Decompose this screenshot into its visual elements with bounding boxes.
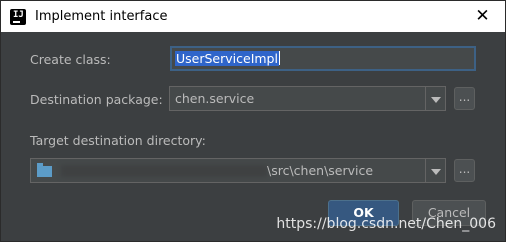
- target-directory-combo[interactable]: \src\chen\service: [30, 158, 446, 183]
- intellij-icon-bar: [13, 21, 20, 23]
- destination-package-label: Destination package:: [30, 92, 163, 107]
- text-caret: [278, 51, 280, 65]
- title-bar: IJ Implement interface ✕: [1, 1, 505, 32]
- intellij-icon-glyph: IJ: [13, 10, 24, 20]
- dialog-title: Implement interface: [35, 9, 168, 24]
- redacted-path: [61, 165, 267, 177]
- browse-directory-button[interactable]: ...: [454, 159, 475, 182]
- destination-package-value: chen.service: [175, 91, 255, 106]
- browse-package-button[interactable]: ...: [454, 87, 475, 110]
- create-class-value: UserServiceImpl: [175, 51, 279, 66]
- folder-icon: [37, 163, 52, 177]
- intellij-icon: IJ: [10, 9, 26, 25]
- chevron-down-icon[interactable]: [425, 87, 445, 110]
- implement-interface-dialog: IJ Implement interface ✕ Create class: U…: [0, 0, 506, 242]
- watermark-text: https://blog.csdn.net/Chen_006: [276, 216, 496, 232]
- create-class-input[interactable]: UserServiceImpl: [170, 46, 476, 71]
- create-class-label: Create class:: [30, 52, 111, 67]
- destination-package-combo[interactable]: chen.service: [169, 86, 446, 111]
- chevron-down-icon[interactable]: [425, 159, 445, 182]
- target-directory-label: Target destination directory:: [30, 133, 206, 148]
- target-directory-value: \src\chen\service: [267, 163, 374, 178]
- close-button[interactable]: ✕: [460, 1, 505, 32]
